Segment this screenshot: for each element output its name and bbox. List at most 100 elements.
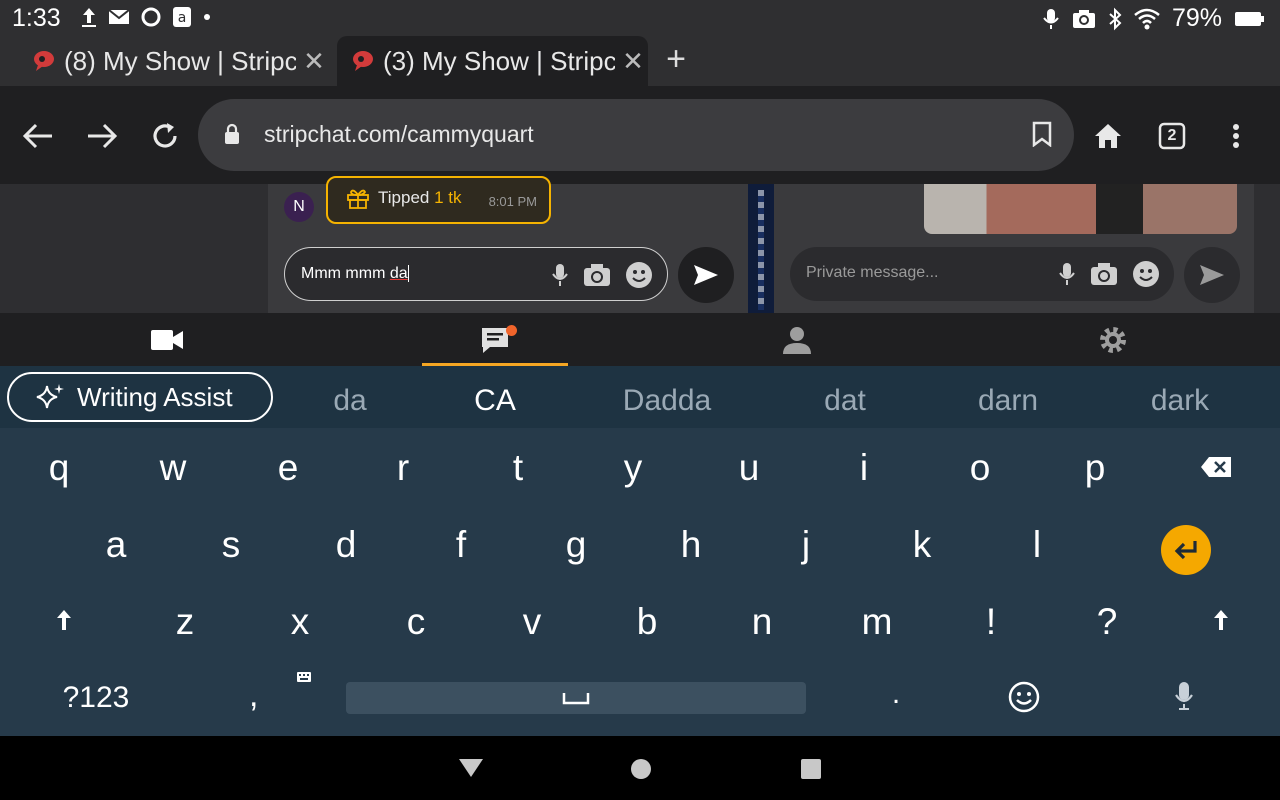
app-nav bbox=[0, 313, 1280, 366]
video-stripe bbox=[758, 190, 764, 310]
mail-icon bbox=[108, 9, 130, 24]
chat-message-input[interactable]: Mmm mmm da bbox=[284, 247, 668, 301]
emoji-icon[interactable] bbox=[1132, 260, 1160, 288]
status-time: 1:33 bbox=[12, 4, 61, 32]
key-r[interactable]: r bbox=[397, 447, 409, 489]
notification-icons: a bbox=[80, 6, 212, 28]
key-f[interactable]: f bbox=[456, 524, 466, 566]
mic-icon[interactable] bbox=[1058, 261, 1076, 287]
key-v[interactable]: v bbox=[523, 601, 542, 643]
tab-title: (3) My Show | Stripchat bbox=[383, 45, 615, 76]
private-video-thumbnail bbox=[924, 184, 1237, 234]
key-q[interactable]: q bbox=[49, 447, 70, 489]
key-t[interactable]: t bbox=[513, 447, 523, 489]
key-exclamation[interactable]: ! bbox=[986, 601, 996, 643]
key-g[interactable]: g bbox=[566, 524, 587, 566]
composing-word: da bbox=[389, 265, 408, 282]
shift-key-left[interactable] bbox=[55, 608, 73, 637]
key-a[interactable]: a bbox=[106, 524, 127, 566]
key-question[interactable]: ? bbox=[1097, 601, 1118, 643]
key-l[interactable]: l bbox=[1033, 524, 1041, 566]
private-message-input[interactable]: Private message... bbox=[790, 247, 1174, 301]
period-key[interactable]: . bbox=[892, 677, 900, 711]
key-w[interactable]: w bbox=[160, 447, 187, 489]
status-indicators: 79% bbox=[1042, 4, 1266, 33]
back-arrow-icon bbox=[22, 123, 52, 149]
suggestion[interactable]: darn bbox=[978, 384, 1038, 418]
suggestion[interactable]: da bbox=[333, 384, 366, 418]
back-triangle-icon bbox=[459, 759, 483, 777]
url-text: stripchat.com/cammyquart bbox=[264, 121, 534, 147]
close-tab-icon[interactable]: ✕ bbox=[621, 46, 645, 77]
gift-icon bbox=[347, 189, 369, 209]
suggestion[interactable]: Dadda bbox=[623, 384, 711, 418]
reload-button[interactable] bbox=[145, 116, 185, 156]
send-button[interactable] bbox=[678, 247, 734, 303]
lock-icon bbox=[225, 123, 239, 144]
comma-key[interactable]: , bbox=[246, 672, 316, 722]
system-home-button[interactable] bbox=[630, 758, 652, 785]
shift-icon bbox=[57, 610, 71, 630]
comma-label: , bbox=[249, 676, 259, 714]
key-e[interactable]: e bbox=[278, 447, 299, 489]
backspace-key[interactable] bbox=[1200, 456, 1232, 483]
private-send-button[interactable] bbox=[1184, 247, 1240, 303]
key-x[interactable]: x bbox=[291, 601, 310, 643]
close-tab-icon[interactable]: ✕ bbox=[302, 46, 326, 77]
space-key[interactable] bbox=[346, 682, 806, 714]
key-m[interactable]: m bbox=[862, 601, 893, 643]
tab-2-active[interactable]: (3) My Show | Stripchat ✕ bbox=[337, 36, 648, 86]
tab-switcher-button[interactable]: 2 bbox=[1152, 116, 1192, 156]
key-j[interactable]: j bbox=[802, 524, 810, 566]
nav-chat[interactable] bbox=[422, 313, 568, 366]
home-circle-icon bbox=[631, 759, 651, 779]
emoji-key[interactable] bbox=[1008, 681, 1040, 718]
nav-profile[interactable] bbox=[724, 313, 870, 366]
key-p[interactable]: p bbox=[1085, 447, 1106, 489]
key-z[interactable]: z bbox=[176, 601, 195, 643]
camera-icon[interactable] bbox=[583, 263, 611, 287]
home-icon bbox=[1095, 124, 1121, 148]
nav-video[interactable] bbox=[94, 313, 240, 366]
forward-button[interactable] bbox=[82, 116, 122, 156]
new-tab-button[interactable]: + bbox=[660, 40, 692, 79]
nav-settings[interactable] bbox=[1040, 313, 1186, 366]
system-recents-button[interactable] bbox=[800, 758, 822, 785]
key-d[interactable]: d bbox=[336, 524, 357, 566]
shift-key-right[interactable] bbox=[1212, 608, 1230, 637]
key-i[interactable]: i bbox=[860, 447, 868, 489]
voice-input-key[interactable] bbox=[1174, 680, 1194, 717]
camera-icon[interactable] bbox=[1090, 262, 1118, 286]
bookmark-icon[interactable] bbox=[1032, 121, 1052, 147]
key-h[interactable]: h bbox=[681, 524, 702, 566]
message-time: 8:01 PM bbox=[488, 194, 537, 209]
suggestion[interactable]: dark bbox=[1151, 384, 1209, 418]
address-bar[interactable]: stripchat.com/cammyquart bbox=[198, 99, 1074, 171]
emoji-icon[interactable] bbox=[625, 261, 653, 289]
suggestion[interactable]: dat bbox=[824, 384, 866, 418]
notification-dot bbox=[506, 325, 517, 336]
send-icon bbox=[1200, 265, 1224, 285]
camera-status-icon bbox=[1072, 9, 1095, 28]
key-u[interactable]: u bbox=[739, 447, 760, 489]
key-k[interactable]: k bbox=[913, 524, 932, 566]
tab-1[interactable]: (8) My Show | Stripchat ✕ bbox=[18, 36, 332, 86]
system-back-button[interactable] bbox=[458, 758, 484, 783]
symbols-key[interactable]: ?123 bbox=[63, 681, 130, 715]
enter-key[interactable] bbox=[1161, 525, 1211, 575]
menu-button[interactable] bbox=[1216, 116, 1256, 156]
suggestion-primary[interactable]: CA bbox=[474, 384, 516, 418]
key-y[interactable]: y bbox=[624, 447, 643, 489]
key-n[interactable]: n bbox=[752, 601, 773, 643]
video-camera-icon bbox=[151, 329, 183, 350]
more-vert-icon bbox=[1233, 124, 1239, 148]
mic-icon[interactable] bbox=[551, 262, 569, 288]
key-b[interactable]: b bbox=[637, 601, 658, 643]
writing-assist-button[interactable]: Writing Assist bbox=[7, 372, 273, 422]
key-s[interactable]: s bbox=[222, 524, 241, 566]
wifi-icon bbox=[1134, 8, 1160, 29]
key-o[interactable]: o bbox=[970, 447, 991, 489]
key-c[interactable]: c bbox=[407, 601, 426, 643]
back-button[interactable] bbox=[18, 116, 58, 156]
home-button[interactable] bbox=[1088, 116, 1128, 156]
